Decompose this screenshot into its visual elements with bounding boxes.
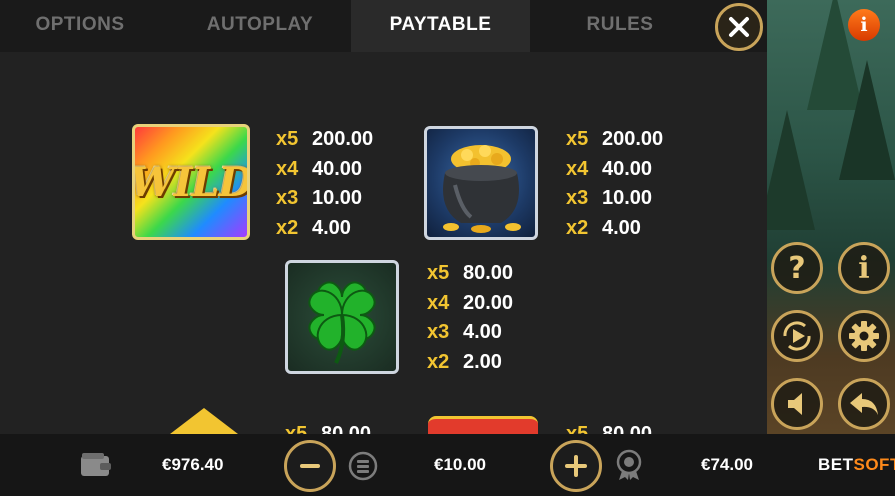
plus-icon	[565, 455, 587, 477]
multiplier: x2	[427, 350, 450, 373]
tab-autoplay[interactable]: AUTOPLAY	[170, 0, 350, 52]
multiplier: x4	[427, 291, 450, 314]
settings-button[interactable]	[838, 310, 890, 362]
clover-pays: x5 80.00 x4 20.00 x3 4.00 x2 2.00	[427, 259, 513, 377]
multiplier: x4	[566, 157, 589, 180]
bottom-bar: €976.40 €10.00 €74.00 BETSOFT	[0, 434, 895, 496]
multiplier: x3	[427, 321, 450, 343]
wild-pays: x5 200.00 x4 40.00 x3 10.00 x2 4.00	[276, 125, 373, 243]
balance-value: €976.40	[162, 455, 224, 474]
wallet-icon	[81, 453, 111, 476]
multiplier: x2	[276, 216, 299, 239]
multiplier: x3	[566, 187, 589, 209]
back-icon	[850, 393, 878, 415]
payout: 10.00	[602, 187, 653, 209]
pot-of-gold-pays: x5 200.00 x4 40.00 x3 10.00 x2 4.00	[566, 125, 663, 243]
decrease-bet-button[interactable]	[284, 440, 336, 492]
tab-rules[interactable]: RULES	[540, 0, 700, 52]
payout: 2.00	[463, 350, 502, 373]
multiplier: x5	[276, 128, 299, 150]
settings-icon	[849, 321, 879, 351]
back-button[interactable]	[838, 378, 890, 430]
payout: 40.00	[602, 157, 653, 180]
pot-of-gold-icon	[443, 145, 521, 233]
payout: 80.00	[463, 262, 514, 284]
payout: 4.00	[463, 321, 502, 343]
info-button[interactable]: i	[838, 242, 890, 294]
paytable-panel: OPTIONS AUTOPLAY PAYTABLE RULES WILD x5 2…	[0, 0, 767, 445]
increase-bet-button[interactable]	[550, 440, 602, 492]
tab-paytable[interactable]: PAYTABLE	[351, 0, 530, 52]
multiplier: x3	[276, 187, 299, 209]
payout: 200.00	[602, 128, 664, 150]
sound-icon	[788, 393, 802, 415]
payout: 4.00	[312, 216, 351, 239]
wild-label: WILD	[132, 158, 250, 206]
info-icon: i	[858, 250, 870, 286]
sound-button[interactable]	[771, 378, 823, 430]
four-leaf-clover-icon	[308, 281, 376, 364]
close-button[interactable]	[715, 3, 763, 51]
brand-part-b: SOFT	[853, 455, 895, 474]
help-button[interactable]: ?	[771, 242, 823, 294]
tab-options[interactable]: OPTIONS	[0, 0, 160, 52]
close-icon	[729, 17, 749, 37]
payout: 20.00	[463, 291, 514, 314]
tree-shape	[839, 60, 895, 180]
payout: 10.00	[312, 187, 363, 209]
betsoft-logo: BETSOFT	[818, 434, 895, 496]
payout: 200.00	[312, 128, 374, 150]
multiplier: x2	[566, 216, 589, 239]
multiplier: x5	[566, 128, 589, 150]
autoplay-icon	[783, 321, 811, 351]
win-value: €74.00	[701, 455, 753, 474]
payout: 40.00	[312, 157, 363, 180]
multiplier: x4	[276, 157, 299, 180]
info-badge[interactable]: i	[848, 9, 880, 41]
minus-icon	[300, 464, 320, 468]
win-award-icon	[616, 449, 642, 480]
autoplay-button[interactable]	[771, 310, 823, 362]
tree-shape	[767, 110, 815, 230]
clover-symbol	[285, 260, 399, 374]
help-icon: ?	[788, 250, 806, 286]
tab-bar: OPTIONS AUTOPLAY PAYTABLE RULES	[0, 0, 767, 52]
multiplier: x5	[427, 262, 450, 284]
pot-of-gold-symbol	[424, 126, 538, 240]
coins-icon	[348, 451, 378, 481]
partial-symbol	[170, 408, 238, 434]
background-scenery	[767, 0, 895, 434]
bet-value: €10.00	[434, 455, 486, 474]
payout: 4.00	[602, 216, 641, 239]
wild-symbol: WILD	[132, 124, 250, 240]
brand-part-a: BET	[818, 455, 854, 474]
